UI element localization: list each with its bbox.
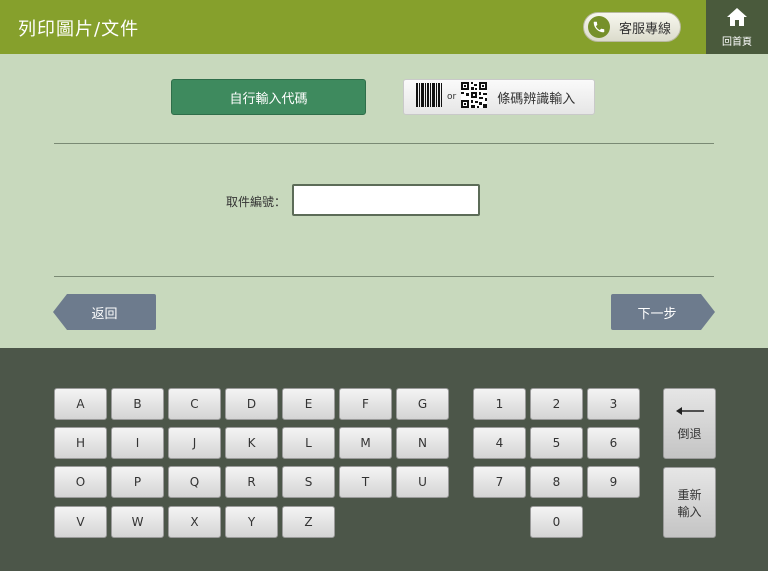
qr-code-icon	[461, 82, 488, 112]
key-g[interactable]: G	[396, 388, 449, 420]
key-z[interactable]: Z	[282, 506, 335, 538]
key-w[interactable]: W	[111, 506, 164, 538]
phone-icon	[588, 16, 610, 38]
backspace-label: 倒退	[677, 427, 702, 441]
key-t[interactable]: T	[339, 466, 392, 498]
customer-service-label: 客服專線	[619, 21, 672, 37]
manual-input-label: 自行輸入代碼	[229, 91, 308, 107]
key-b[interactable]: B	[111, 388, 164, 420]
key-0[interactable]: 0	[530, 506, 583, 538]
key-r[interactable]: R	[225, 466, 278, 498]
header-bar: 列印圖片/文件 客服專線 回首頁	[0, 0, 768, 54]
divider-bottom	[54, 276, 714, 277]
reset-key[interactable]: 重新 輸入	[663, 467, 716, 538]
back-button[interactable]: 返回	[53, 294, 156, 330]
key-i[interactable]: I	[111, 427, 164, 459]
barcode-or-text: or	[447, 92, 457, 102]
key-s[interactable]: S	[282, 466, 335, 498]
key-v[interactable]: V	[54, 506, 107, 538]
key-p[interactable]: P	[111, 466, 164, 498]
backspace-key[interactable]: 倒退	[663, 388, 716, 459]
page-title: 列印圖片/文件	[18, 19, 140, 40]
backspace-arrow-icon	[675, 405, 704, 419]
key-n[interactable]: N	[396, 427, 449, 459]
key-8[interactable]: 8	[530, 466, 583, 498]
next-label: 下一步	[637, 306, 677, 322]
key-7[interactable]: 7	[473, 466, 526, 498]
key-9[interactable]: 9	[587, 466, 640, 498]
key-o[interactable]: O	[54, 466, 107, 498]
home-button[interactable]: 回首頁	[706, 0, 768, 54]
pickup-code-input[interactable]	[292, 184, 480, 216]
key-x[interactable]: X	[168, 506, 221, 538]
pickup-code-label: 取件編號：	[226, 195, 287, 209]
key-a[interactable]: A	[54, 388, 107, 420]
key-3[interactable]: 3	[587, 388, 640, 420]
key-6[interactable]: 6	[587, 427, 640, 459]
key-f[interactable]: F	[339, 388, 392, 420]
key-y[interactable]: Y	[225, 506, 278, 538]
key-d[interactable]: D	[225, 388, 278, 420]
key-5[interactable]: 5	[530, 427, 583, 459]
barcode-icon	[416, 83, 442, 111]
key-l[interactable]: L	[282, 427, 335, 459]
manual-input-button[interactable]: 自行輸入代碼	[171, 79, 366, 115]
key-c[interactable]: C	[168, 388, 221, 420]
reset-label-line2: 輸入	[677, 504, 702, 519]
back-label: 返回	[91, 306, 118, 322]
key-h[interactable]: H	[54, 427, 107, 459]
barcode-input-label: 條碼辨識輸入	[497, 91, 576, 107]
on-screen-keyboard: A B C D E F G H I J K L M N O P Q R S T …	[0, 348, 768, 571]
key-e[interactable]: E	[282, 388, 335, 420]
key-4[interactable]: 4	[473, 427, 526, 459]
key-q[interactable]: Q	[168, 466, 221, 498]
key-m[interactable]: M	[339, 427, 392, 459]
key-1[interactable]: 1	[473, 388, 526, 420]
key-2[interactable]: 2	[530, 388, 583, 420]
key-j[interactable]: J	[168, 427, 221, 459]
home-label: 回首頁	[722, 36, 752, 48]
key-u[interactable]: U	[396, 466, 449, 498]
home-icon	[726, 7, 748, 31]
key-k[interactable]: K	[225, 427, 278, 459]
next-button[interactable]: 下一步	[611, 294, 715, 330]
reset-label-line1: 重新	[677, 487, 702, 502]
customer-service-button[interactable]: 客服專線	[583, 12, 681, 42]
barcode-input-button[interactable]: or 條碼辨識輸入	[403, 79, 595, 115]
divider-top	[54, 143, 714, 144]
